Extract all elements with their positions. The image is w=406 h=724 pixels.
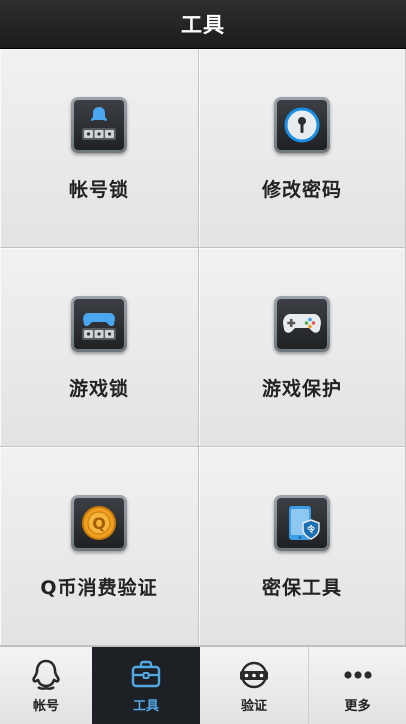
security-tool-icon: 令 <box>274 495 330 551</box>
tool-grid: 帐号锁 修改密码 游戏锁 游戏保护 Q Q币消费验证 令 密保工具 <box>0 49 406 646</box>
tool-label: 游戏保护 <box>261 378 342 400</box>
tool-label: 帐号锁 <box>68 179 129 201</box>
game-protect-icon <box>274 296 330 352</box>
tab-label: 更多 <box>344 699 371 714</box>
tool-account-lock[interactable]: 帐号锁 <box>0 49 199 248</box>
toolbox-icon <box>126 657 166 693</box>
tool-label: 游戏锁 <box>68 378 129 400</box>
tab-account[interactable]: 帐号 <box>0 647 92 724</box>
tool-qcoin-verify[interactable]: Q Q币消费验证 <box>0 447 199 646</box>
tool-change-password[interactable]: 修改密码 <box>199 49 406 248</box>
svg-text:Q: Q <box>92 514 106 533</box>
tab-more[interactable]: 更多 <box>308 647 406 724</box>
tool-label: Q币消费验证 <box>40 577 158 599</box>
tool-label: 密保工具 <box>261 577 342 599</box>
svg-text:令: 令 <box>306 524 316 534</box>
tool-security[interactable]: 令 密保工具 <box>199 447 406 646</box>
tab-label: 帐号 <box>32 699 59 714</box>
tool-game-lock[interactable]: 游戏锁 <box>0 248 199 447</box>
tab-label: 工具 <box>132 699 159 714</box>
title-bar: 工具 <box>0 0 406 49</box>
more-dots-icon <box>338 657 378 693</box>
verify-icon <box>234 657 274 693</box>
tab-verify[interactable]: 验证 <box>200 647 308 724</box>
bottom-tab-bar: 帐号 工具 验证 更多 <box>0 646 406 724</box>
tool-game-protect[interactable]: 游戏保护 <box>199 248 406 447</box>
penguin-icon <box>26 657 66 693</box>
game-lock-icon <box>71 296 127 352</box>
tool-label: 修改密码 <box>261 179 342 201</box>
page-title: 工具 <box>181 13 225 37</box>
tab-label: 验证 <box>240 699 267 714</box>
tab-tools[interactable]: 工具 <box>92 647 200 724</box>
account-lock-icon <box>71 97 127 153</box>
qcoin-verify-icon: Q <box>71 495 127 551</box>
change-password-icon <box>274 97 330 153</box>
